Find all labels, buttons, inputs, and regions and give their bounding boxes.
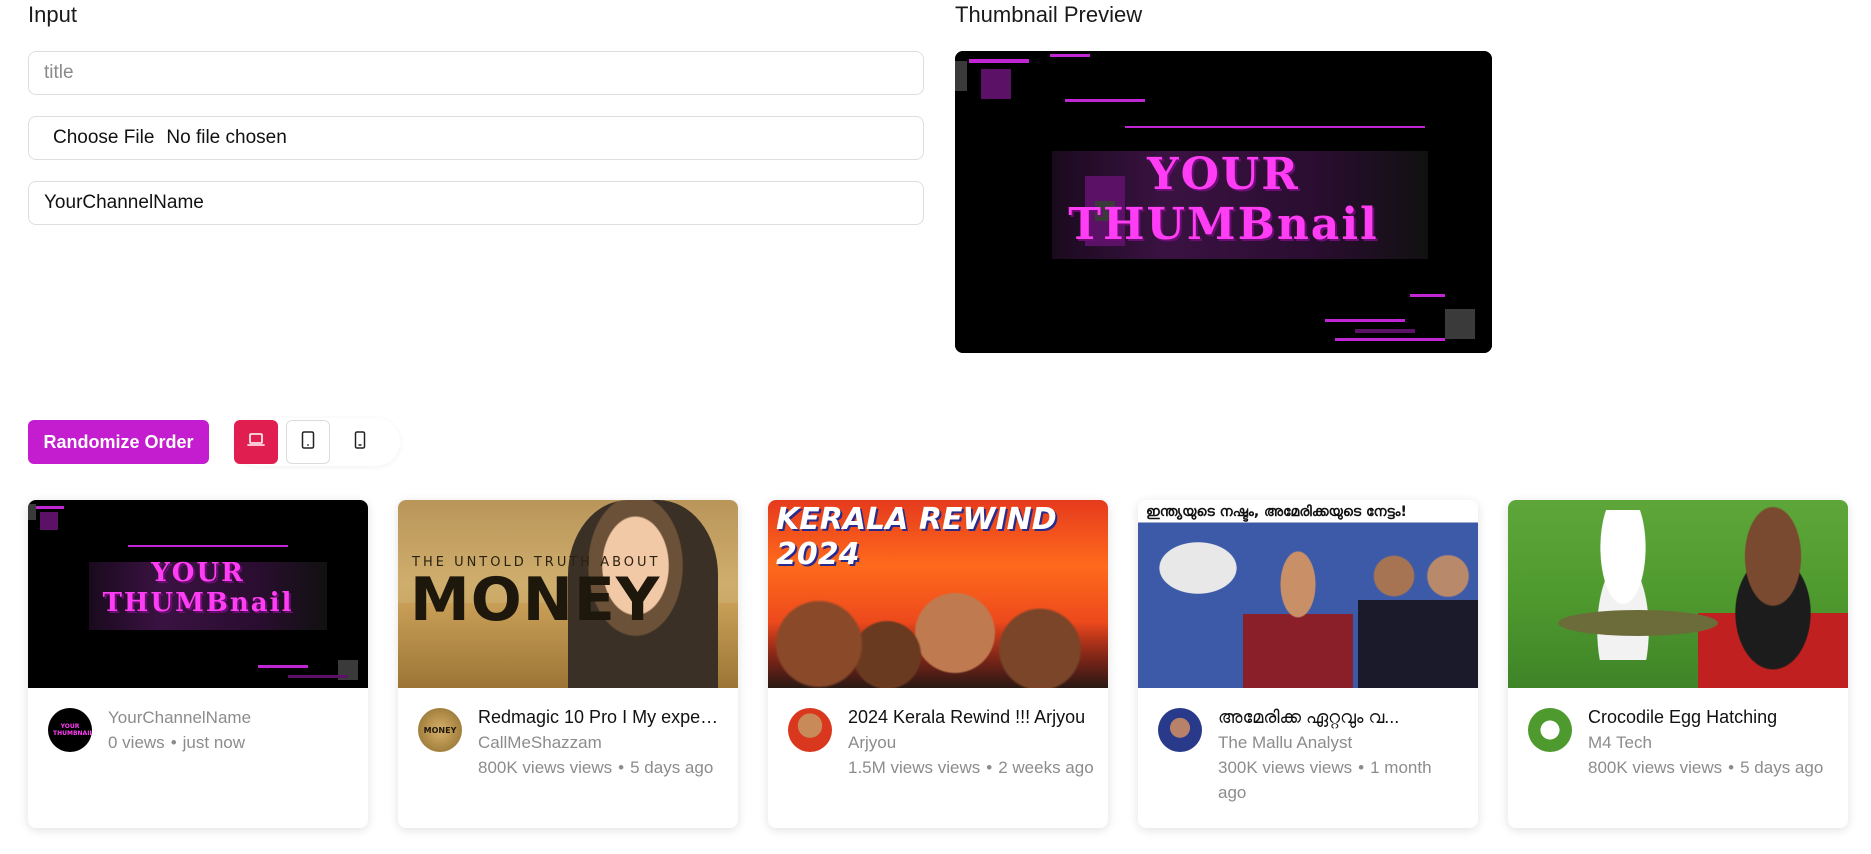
video-thumbnail[interactable] [1508,500,1848,688]
channel-name-input[interactable] [29,182,923,224]
choose-file-button[interactable]: Choose File [53,127,154,149]
video-title[interactable]: Redmagic 10 Pro I My experi... [478,705,724,730]
view-count: 0 views [108,733,165,752]
view-count: 1.5M views views [848,758,981,777]
channel-name[interactable]: YourChannelName [108,705,354,730]
channel-avatar[interactable]: YOUR THUMBNAIL [48,708,92,752]
tablet-view-button[interactable] [286,420,330,464]
view-mode-toggle [234,418,400,466]
video-title[interactable]: അമേരിക്ക ഏറ്റവും വ... [1218,705,1464,730]
file-upload-field: Choose File No file chosen [28,116,924,160]
channel-name[interactable]: Arjyou [848,730,1094,755]
channel-avatar[interactable]: MONEY [418,708,462,752]
thumbnail-text-line2: THUMBnail [1068,199,1379,250]
channel-avatar[interactable] [1528,708,1572,752]
video-stats: 0 views • just now [108,733,246,752]
upload-age: 5 days ago [1740,758,1824,777]
video-thumbnail[interactable]: THE UNTOLD TRUTH ABOUT MONEY [398,500,738,688]
title-field-wrapper [28,51,924,95]
upload-age: 5 days ago [630,758,714,777]
view-count: 800K views views [478,758,613,777]
view-count: 300K views views [1218,758,1353,777]
upload-age: 2 weeks ago [998,758,1094,777]
channel-avatar[interactable] [788,708,832,752]
input-section-label: Input [28,2,77,27]
video-stats: 800K views views • 5 days ago [478,758,714,777]
preview-section-label: Thumbnail Preview [955,2,1143,27]
upload-age: just now [182,733,246,752]
laptop-icon [247,432,265,453]
channel-avatar[interactable] [1158,708,1202,752]
avatar-text: MONEY [423,725,457,735]
thumbnail-preview-image: YOUR THUMBnail [955,51,1492,353]
thumbnail-headline: KERALA REWIND 2024 [776,502,1057,572]
file-status-text: No file chosen [166,127,287,148]
channel-name[interactable]: M4 Tech [1588,730,1834,755]
video-stats: 300K views views • 1 month ago [1218,758,1432,802]
phone-view-button[interactable] [338,420,382,464]
thumbnail-headline: MONEY [410,565,661,635]
thumbnail-text-line2: THUMBnail [102,588,294,618]
video-card[interactable]: KERALA REWIND 2024 2024 Kerala Rewind !!… [768,500,1108,828]
randomize-order-button[interactable]: Randomize Order [28,420,209,464]
video-stats: 1.5M views views • 2 weeks ago [848,758,1094,777]
title-input[interactable] [29,52,923,94]
tablet-icon [301,430,315,454]
video-card[interactable]: YOUR THUMBnail YOUR THUMBNAIL YourChanne… [28,500,368,828]
video-card[interactable]: THE UNTOLD TRUTH ABOUT MONEY MONEY Redma… [398,500,738,828]
video-card[interactable]: ഇന്ത്യയുടെ നഷ്ടം, അമേരിക്കയുടെ നേട്ടം! അ… [1138,500,1478,828]
channel-name[interactable]: The Mallu Analyst [1218,730,1464,755]
thumbnail-text-line1: YOUR [1147,149,1300,200]
channel-field-wrapper [28,181,924,225]
video-thumbnail[interactable]: YOUR THUMBnail [28,500,368,688]
thumbnail-preview: YOUR THUMBnail [955,51,1492,353]
video-stats: 800K views views • 5 days ago [1588,758,1824,777]
laptop-view-button[interactable] [234,420,278,464]
thumbnail-headline: ഇന്ത്യയുടെ നഷ്ടം, അമേരിക്കയുടെ നേട്ടം! [1146,504,1407,520]
thumbnail-text-line1: YOUR [151,558,245,588]
avatar-text: YOUR THUMBNAIL [53,723,92,737]
video-title[interactable]: Crocodile Egg Hatching [1588,705,1834,730]
video-thumbnail[interactable]: ഇന്ത്യയുടെ നഷ്ടം, അമേരിക്കയുടെ നേട്ടം! [1138,500,1478,688]
phone-icon [354,430,366,454]
view-count: 800K views views [1588,758,1723,777]
video-card[interactable]: Crocodile Egg Hatching M4 Tech 800K view… [1508,500,1848,828]
channel-name[interactable]: CallMeShazzam [478,730,724,755]
video-thumbnail[interactable]: KERALA REWIND 2024 [768,500,1108,688]
video-title[interactable]: 2024 Kerala Rewind !!! Arjyou [848,705,1094,730]
